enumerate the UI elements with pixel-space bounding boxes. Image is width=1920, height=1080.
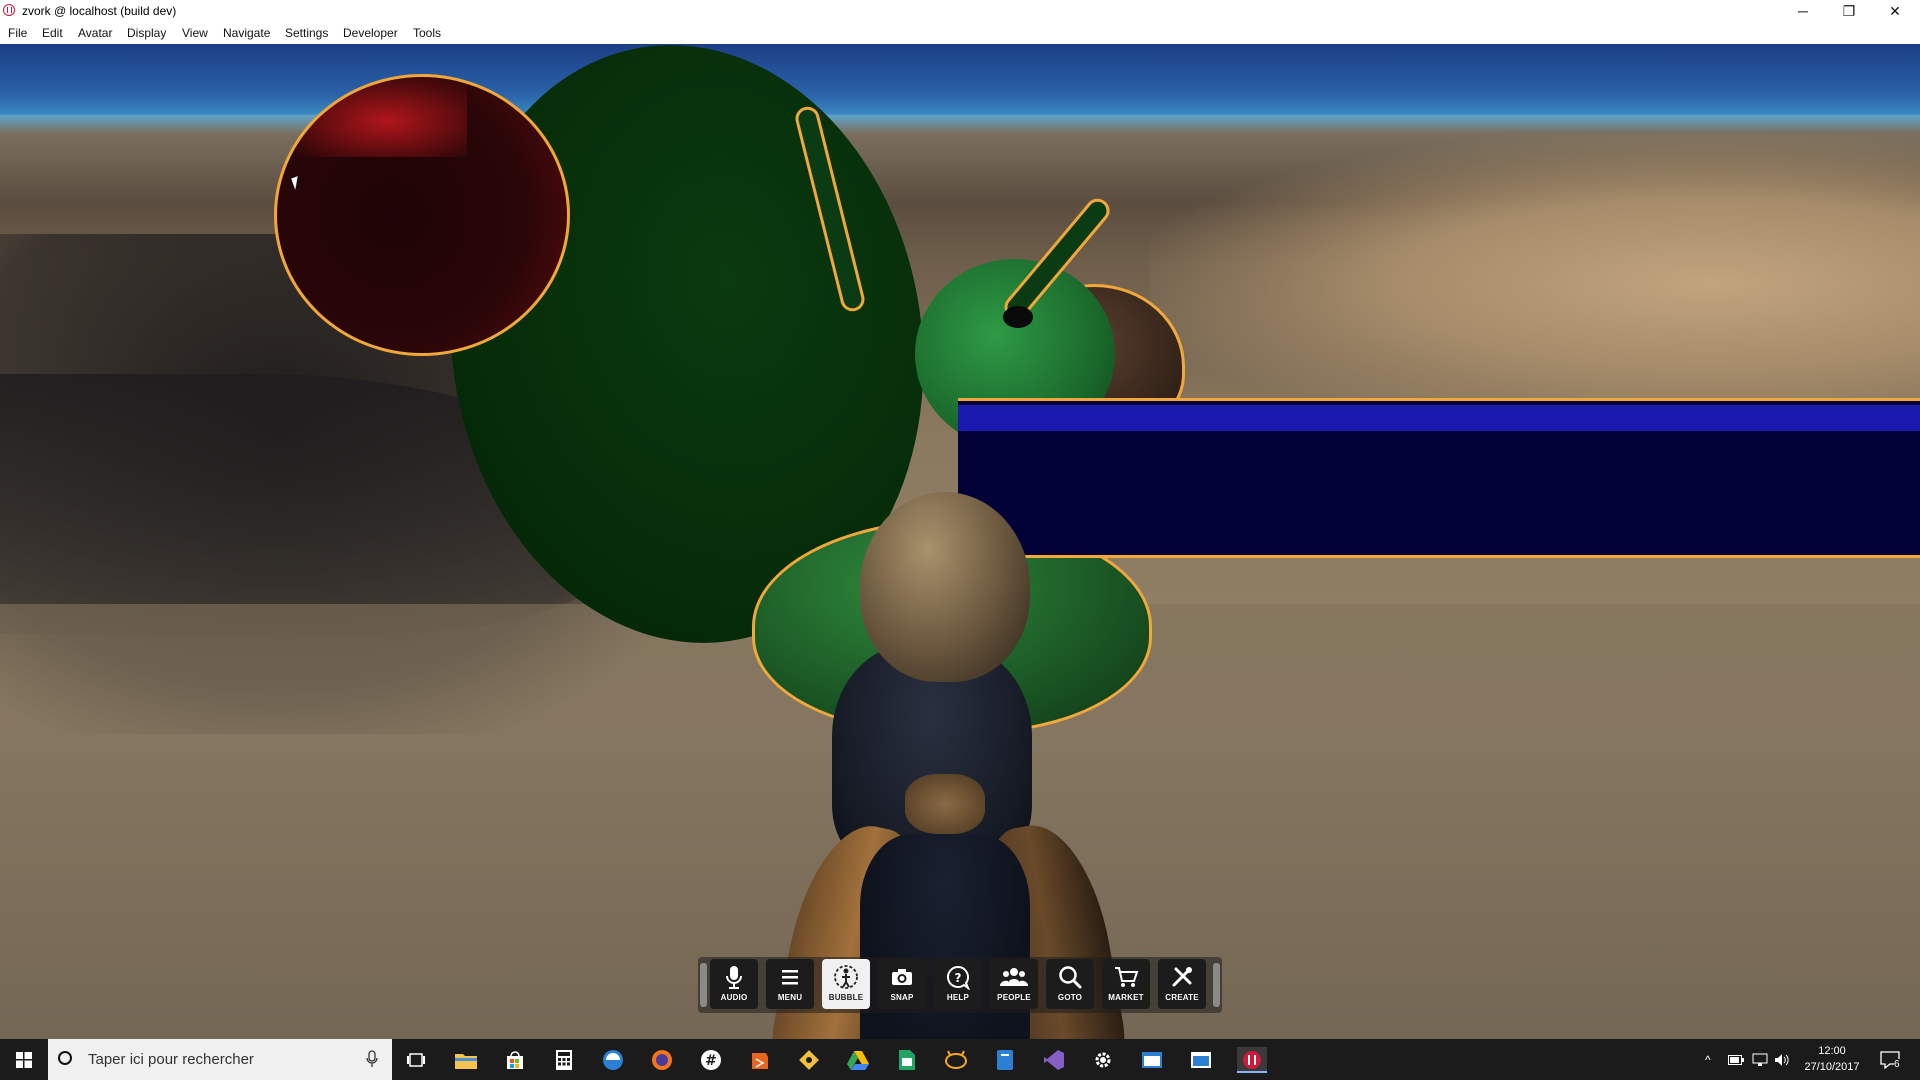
audio-button[interactable]: AUDIO xyxy=(710,959,758,1009)
windows-taskbar: Taper ici pour rechercher # ^ 12:00 27/1… xyxy=(0,1039,1920,1080)
help-icon: ? xyxy=(945,962,971,992)
browser-app-icon[interactable] xyxy=(600,1047,626,1073)
clock-date: 27/10/2017 xyxy=(1804,1061,1860,1073)
menu-developer[interactable]: Developer xyxy=(343,26,398,40)
help-button[interactable]: ? HELP xyxy=(934,959,982,1009)
microphone-icon[interactable] xyxy=(366,1050,378,1068)
toolbar-drag-handle[interactable] xyxy=(1213,963,1220,1007)
taskbar-search-input[interactable]: Taper ici pour rechercher xyxy=(48,1039,392,1080)
svg-text:?: ? xyxy=(955,971,962,985)
title-bar: zvork @ localhost (build dev) ─ ❐ ✕ xyxy=(0,0,1920,22)
window-app-icon[interactable] xyxy=(1188,1047,1214,1073)
file-explorer-icon[interactable] xyxy=(453,1047,479,1073)
tools-icon xyxy=(1170,962,1194,992)
menu-display[interactable]: Display xyxy=(127,26,166,40)
notification-center-icon[interactable]: 6 xyxy=(1880,1039,1900,1080)
search-icon xyxy=(1057,962,1083,992)
battery-icon[interactable] xyxy=(1728,1039,1744,1080)
notification-count: 6 xyxy=(1894,1059,1900,1070)
windows-logo-icon xyxy=(16,1051,32,1068)
active-app-indicator xyxy=(1237,1071,1267,1073)
3d-viewport[interactable] xyxy=(0,44,1920,1039)
blue-panel-bar xyxy=(958,405,1920,431)
avatar-head xyxy=(860,492,1030,682)
goto-label: GOTO xyxy=(1057,993,1083,1002)
sheets-icon[interactable] xyxy=(894,1047,920,1073)
goto-button[interactable]: GOTO xyxy=(1046,959,1094,1009)
snap-button[interactable]: SNAP xyxy=(878,959,926,1009)
bubble-button[interactable]: BUBBLE xyxy=(822,959,870,1009)
app-logo-icon xyxy=(3,4,15,16)
start-button[interactable] xyxy=(0,1039,48,1080)
menu-file[interactable]: File xyxy=(8,26,27,40)
desert-hills xyxy=(1150,134,1920,434)
window-app-icon[interactable] xyxy=(1139,1047,1165,1073)
market-button[interactable]: MARKET xyxy=(1102,959,1150,1009)
menu-bar: File Edit Avatar Display View Navigate S… xyxy=(0,22,1920,44)
toolbar-drag-handle[interactable] xyxy=(700,963,707,1007)
code-editor-icon[interactable] xyxy=(747,1047,773,1073)
taskbar-clock[interactable]: 12:00 27/10/2017 xyxy=(1797,1043,1867,1075)
visual-studio-icon[interactable] xyxy=(1041,1047,1067,1073)
menu-navigate[interactable]: Navigate xyxy=(223,26,270,40)
search-placeholder: Taper ici pour rechercher xyxy=(88,1051,254,1068)
bubble-label: BUBBLE xyxy=(828,993,864,1002)
volume-icon[interactable] xyxy=(1774,1039,1790,1080)
clock-time: 12:00 xyxy=(1818,1045,1846,1057)
market-label: MARKET xyxy=(1108,993,1144,1002)
git-client-icon[interactable] xyxy=(796,1047,822,1073)
menu-avatar[interactable]: Avatar xyxy=(78,26,112,40)
people-icon xyxy=(1000,962,1028,992)
drive-icon[interactable] xyxy=(845,1047,871,1073)
menu-label: MENU xyxy=(777,993,803,1002)
slack-icon[interactable]: # xyxy=(698,1047,724,1073)
help-label: HELP xyxy=(946,993,970,1002)
tray-chevron-icon[interactable]: ^ xyxy=(1705,1039,1711,1080)
close-button[interactable]: ✕ xyxy=(1872,0,1918,22)
menu-button[interactable]: MENU xyxy=(766,959,814,1009)
menu-edit[interactable]: Edit xyxy=(42,26,63,40)
audio-label: AUDIO xyxy=(720,993,748,1002)
red-disc-entity[interactable] xyxy=(274,74,570,356)
cortana-icon xyxy=(58,1051,72,1065)
interface-app-icon[interactable] xyxy=(1237,1047,1267,1073)
task-view-icon[interactable] xyxy=(403,1047,429,1073)
network-icon[interactable] xyxy=(1752,1039,1768,1080)
document-app-icon[interactable] xyxy=(992,1047,1018,1073)
create-button[interactable]: CREATE xyxy=(1158,959,1206,1009)
create-label: CREATE xyxy=(1165,993,1199,1002)
maximize-button[interactable]: ❐ xyxy=(1826,0,1872,22)
minimize-button[interactable]: ─ xyxy=(1780,0,1826,22)
game-app-icon[interactable] xyxy=(943,1047,969,1073)
menu-settings[interactable]: Settings xyxy=(285,26,328,40)
window-title: zvork @ localhost (build dev) xyxy=(22,4,177,18)
cart-icon xyxy=(1113,962,1139,992)
firefox-icon[interactable] xyxy=(649,1047,675,1073)
snap-label: SNAP xyxy=(890,993,914,1002)
menu-tools[interactable]: Tools xyxy=(413,26,441,40)
avatar-neck xyxy=(905,774,985,834)
settings-gear-icon[interactable] xyxy=(1090,1047,1116,1073)
bottom-toolbar: AUDIO MENU BUBBLE SNAP ? HELP PEOPLE GOT… xyxy=(698,957,1222,1013)
menu-view[interactable]: View xyxy=(182,26,208,40)
store-icon[interactable] xyxy=(502,1047,528,1073)
camera-icon xyxy=(890,962,914,992)
calculator-icon[interactable] xyxy=(551,1047,577,1073)
microphone-icon xyxy=(723,962,745,992)
blue-panel-entity[interactable] xyxy=(958,398,1920,558)
menu-icon xyxy=(780,962,800,992)
people-button[interactable]: PEOPLE xyxy=(990,959,1038,1009)
svg-text:#: # xyxy=(705,1053,717,1069)
bubble-icon xyxy=(832,962,860,992)
snail-eye xyxy=(1003,306,1033,328)
people-label: PEOPLE xyxy=(997,993,1031,1002)
